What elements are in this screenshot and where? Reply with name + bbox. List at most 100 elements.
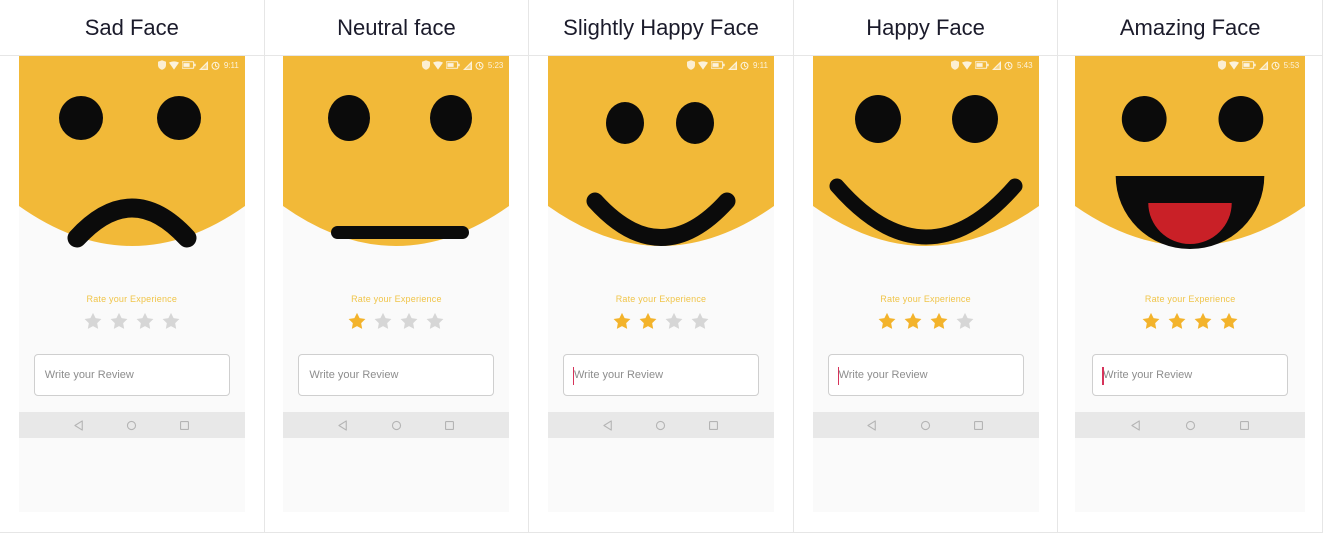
nav-recents-button[interactable] (1239, 420, 1250, 431)
review-placeholder: Write your Review (838, 369, 928, 381)
nav-back-button[interactable] (1131, 419, 1142, 431)
phone-screenshot: 5:53 Rate your Experience Write your Revie… (1075, 56, 1306, 512)
shield-icon (951, 60, 959, 70)
emoji-face-amazing (1075, 56, 1306, 249)
nav-back-button[interactable] (603, 419, 614, 431)
review-input[interactable]: Write your Review (562, 354, 759, 396)
star-rating[interactable] (83, 311, 181, 331)
shield-icon (157, 60, 166, 70)
nav-back-button[interactable] (338, 419, 349, 431)
nav-home-button[interactable] (126, 420, 137, 431)
wifi-icon (698, 60, 708, 70)
circle-home-icon (1185, 420, 1195, 430)
star-filled-icon[interactable] (1141, 311, 1161, 331)
text-caret (572, 367, 575, 385)
emoji-face-sad (18, 56, 245, 248)
alarm-icon (1004, 61, 1013, 70)
rate-experience-label: Rate your Experience (880, 294, 971, 304)
star-filled-icon[interactable] (877, 311, 897, 331)
star-filled-icon[interactable] (638, 311, 658, 331)
nav-back-button[interactable] (73, 419, 85, 431)
rating-sheet: Rate your ExperienceWrite your ReviewSUB… (812, 268, 1039, 438)
nav-home-button[interactable] (920, 420, 931, 431)
phone-screenshot: 5:23 Rate your Experience Write your Revie… (283, 56, 510, 512)
nav-home-button[interactable] (1185, 420, 1196, 431)
wifi-icon (168, 60, 179, 70)
square-recents-icon (709, 420, 719, 430)
alarm-icon (211, 61, 220, 70)
star-filled-icon[interactable] (929, 311, 949, 331)
review-input[interactable]: Write your Review (1092, 354, 1289, 396)
nav-recents-button[interactable] (179, 420, 190, 431)
nav-home-button[interactable] (391, 420, 402, 431)
alarm-icon (740, 61, 749, 70)
android-nav-bar (547, 412, 774, 438)
star-empty-icon[interactable] (399, 311, 419, 331)
star-empty-icon[interactable] (83, 311, 103, 331)
star-empty-icon[interactable] (373, 311, 393, 331)
star-filled-icon[interactable] (1167, 311, 1187, 331)
star-empty-icon[interactable] (664, 311, 684, 331)
square-recents-icon (1239, 420, 1249, 430)
triangle-back-icon (603, 419, 612, 431)
nav-back-button[interactable] (867, 419, 878, 431)
rate-experience-label: Rate your Experience (615, 294, 707, 304)
review-input[interactable]: Write your Review (827, 354, 1024, 396)
circle-home-icon (656, 420, 666, 430)
nav-recents-button[interactable] (708, 420, 719, 431)
panel-neutral: Neutral face 5:23 Rate your Experience Writ… (264, 0, 530, 533)
face-header: 5:43 (812, 56, 1039, 268)
status-bar: 5:43 (951, 56, 1033, 74)
star-empty-icon[interactable] (161, 311, 181, 331)
rating-sheet: Rate your ExperienceWrite your ReviewSUB… (547, 268, 774, 438)
wifi-icon (962, 60, 972, 70)
review-placeholder: Write your Review (1103, 369, 1193, 381)
review-input[interactable]: Write your Review (33, 354, 230, 396)
nav-home-button[interactable] (655, 420, 666, 431)
review-placeholder: Write your Review (309, 369, 399, 381)
panel-happy: Happy Face 5:43 Rate your Experience Write … (793, 0, 1059, 533)
rating-sheet: Rate your ExperienceWrite your ReviewSUB… (18, 268, 245, 438)
star-filled-icon[interactable] (1219, 311, 1239, 331)
star-rating[interactable] (1141, 311, 1239, 331)
panel-title: Slightly Happy Face (529, 0, 793, 56)
android-nav-bar (1075, 412, 1306, 438)
face-background (283, 56, 510, 268)
star-filled-icon[interactable] (612, 311, 632, 331)
status-time: 5:23 (487, 60, 504, 70)
star-empty-icon[interactable] (955, 311, 975, 331)
star-rating[interactable] (612, 311, 710, 331)
alarm-icon (1271, 61, 1280, 70)
face-background (18, 56, 245, 268)
status-bar: 5:23 (421, 56, 504, 74)
battery-icon (181, 61, 196, 69)
battery-icon (1241, 61, 1256, 69)
phone-screenshot: 9:11 Rate your Experience Write your Revie… (18, 56, 245, 512)
star-filled-icon[interactable] (1193, 311, 1213, 331)
rating-sheet: Rate your ExperienceWrite your ReviewSUB… (283, 268, 510, 438)
star-empty-icon[interactable] (135, 311, 155, 331)
star-empty-icon[interactable] (109, 311, 129, 331)
star-empty-icon[interactable] (425, 311, 445, 331)
star-empty-icon[interactable] (690, 311, 710, 331)
star-rating[interactable] (347, 311, 445, 331)
battery-icon (445, 61, 460, 69)
review-input[interactable]: Write your Review (298, 354, 495, 396)
panel-title: Amazing Face (1058, 0, 1322, 56)
status-time: 9:11 (223, 60, 239, 70)
emoji-face-happy (812, 56, 1039, 246)
status-time: 9:11 (753, 60, 768, 70)
star-filled-icon[interactable] (903, 311, 923, 331)
text-caret (1102, 367, 1104, 385)
panel-title: Neutral face (264, 0, 529, 56)
signal-icon (462, 60, 472, 70)
face-header: 5:23 (283, 56, 510, 268)
star-filled-icon[interactable] (347, 311, 367, 331)
nav-recents-button[interactable] (444, 420, 455, 431)
face-header: 9:11 (18, 56, 245, 268)
nav-recents-button[interactable] (973, 420, 984, 431)
star-rating[interactable] (877, 311, 975, 331)
shield-icon (421, 60, 430, 70)
triangle-back-icon (338, 419, 348, 431)
rating-sheet: Rate your ExperienceWrite your ReviewSUB… (1075, 268, 1306, 438)
